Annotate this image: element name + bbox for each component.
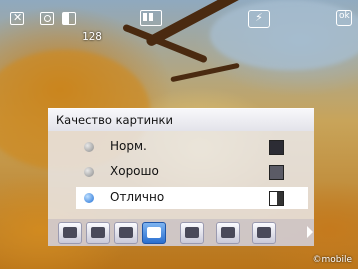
- shot-count: 128: [82, 30, 102, 43]
- scene-icon[interactable]: [58, 222, 82, 244]
- watermark: ©mobile: [312, 255, 352, 265]
- radio-icon: [84, 167, 94, 177]
- option-excellent[interactable]: Отлично: [76, 187, 308, 209]
- mode-icon: [62, 12, 76, 25]
- camera-icon: [40, 12, 54, 25]
- scroll-right-arrow-icon[interactable]: [307, 226, 313, 238]
- radio-selected-icon: [84, 193, 94, 203]
- menu-title: Качество картинки: [56, 113, 173, 127]
- timer-icon[interactable]: [252, 222, 276, 244]
- battery-icon: [140, 10, 162, 26]
- ok-icon[interactable]: ok: [336, 10, 352, 26]
- effects-icon[interactable]: [180, 222, 204, 244]
- landscape-icon[interactable]: [86, 222, 110, 244]
- option-label: Норм.: [110, 139, 147, 153]
- option-label: Хорошо: [110, 164, 159, 178]
- quality-square-icon: [269, 191, 284, 206]
- menu-title-bar: Качество картинки: [48, 109, 314, 131]
- option-normal[interactable]: Норм.: [76, 136, 308, 158]
- radio-icon: [84, 142, 94, 152]
- quality-square-icon: [269, 140, 284, 155]
- status-bar: ✕ ⚡ ok 128: [0, 0, 358, 43]
- close-icon[interactable]: ✕: [10, 11, 24, 25]
- zoom-icon[interactable]: [216, 222, 240, 244]
- quality-menu: Качество картинки Норм. Хорошо Отлично: [48, 108, 314, 219]
- flash-icon: ⚡: [248, 10, 270, 28]
- camera-toolbar: [48, 219, 314, 246]
- quality-square-icon: [269, 165, 284, 180]
- night-icon[interactable]: [114, 222, 138, 244]
- quality-icon[interactable]: [142, 222, 166, 244]
- tree-branch: [170, 62, 240, 83]
- option-good[interactable]: Хорошо: [76, 161, 308, 183]
- option-label: Отлично: [110, 190, 165, 204]
